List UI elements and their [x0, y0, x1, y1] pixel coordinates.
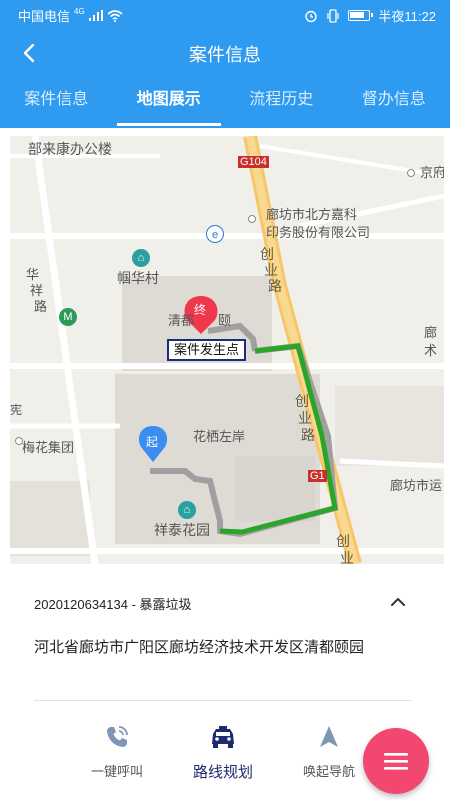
case-address: 河北省廊坊市广阳区廊坊经济技术开发区清都颐园: [34, 639, 365, 656]
call-button[interactable]: 一键呼叫: [72, 724, 162, 780]
status-bar: 中国电信 4G 半夜11:22: [0, 0, 450, 28]
map-label-chuangye-3: 路: [268, 278, 282, 294]
map-label-lang-2: 术: [424, 343, 438, 358]
clock-label: 半夜11:22: [378, 9, 436, 24]
call-button-label: 一键呼叫: [90, 764, 143, 779]
route-planning-label: 路线规划: [192, 764, 253, 781]
map-label-g1: G1: [308, 470, 327, 482]
menu-fab-button[interactable]: [363, 728, 429, 794]
page-title: 案件信息: [189, 45, 261, 65]
subway-poi-icon: M: [59, 308, 77, 326]
map-label-chuang-mid-3: 路: [301, 427, 315, 443]
tab-process-history[interactable]: 流程历史: [225, 78, 338, 128]
map-label-company-line2: 印务股份有限公司: [266, 225, 371, 240]
map-label-edge-left: 宪: [10, 403, 23, 417]
tab-case-info[interactable]: 案件信息: [0, 78, 113, 128]
network-type-label: 4G: [74, 7, 85, 16]
carrier-label: 中国电信: [18, 9, 71, 24]
map-label-yi: 颐: [218, 313, 232, 328]
tab-bar: 案件信息 地图展示 流程历史 督办信息: [0, 78, 450, 128]
jingfu-poi-icon: [407, 169, 415, 177]
start-navigation-button[interactable]: 唤起导航: [284, 724, 374, 780]
end-marker-label: 终: [194, 303, 207, 317]
app-bar: 案件信息: [0, 28, 450, 78]
phone-icon: [107, 726, 128, 747]
car-icon: [212, 726, 234, 748]
map-label-jingfu: 京府: [420, 165, 444, 180]
map-label-huaxiang-3: 路: [34, 299, 48, 314]
case-header: 2020120634134 - 暴露垃圾: [34, 597, 192, 612]
navigation-arrow-icon: [320, 726, 338, 747]
signal-icon: [88, 10, 103, 21]
menu-icon: [384, 753, 408, 770]
alarm-icon: [305, 10, 318, 22]
case-location-label[interactable]: 案件发生点: [167, 339, 247, 361]
battery-icon: [348, 10, 374, 21]
map-label-chuangye-bottom-2: 业: [340, 550, 354, 564]
map-label-xiangtai: 祥泰花园: [154, 522, 210, 538]
map-label-company-line1: 廊坊市北方嘉科: [266, 207, 358, 222]
tab-supervision-info[interactable]: 督办信息: [338, 78, 450, 128]
chevron-up-icon: [391, 597, 405, 606]
map-label-qingdu: 清都: [168, 313, 195, 328]
map-label-g104: G104: [238, 156, 269, 168]
divider: [34, 700, 412, 701]
vibrate-icon: [327, 8, 340, 23]
map-label-office-building: 部来康办公楼: [28, 141, 112, 157]
wifi-icon: [107, 9, 123, 22]
collapse-button[interactable]: [386, 590, 410, 614]
map-view[interactable]: 起 终 ⌂ M e ⌂ 部来康办公楼 G104 京府 廊坊市北方嘉科 印务股份有…: [10, 136, 444, 564]
map-label-langfang-right: 廊坊市运: [390, 478, 443, 493]
start-navigation-label: 唤起导航: [302, 764, 355, 779]
map-label-lang-1: 廊: [424, 325, 438, 340]
company-poi-icon: [248, 215, 256, 223]
tab-map-view[interactable]: 地图展示: [113, 78, 226, 128]
route-planning-button[interactable]: 路线规划: [178, 724, 268, 782]
start-marker-label: 起: [146, 435, 159, 449]
xiangtai-poi-icon: ⌂: [178, 501, 196, 519]
village-poi-icon: ⌂: [132, 249, 150, 267]
map-label-meihua: 梅花集团: [22, 440, 75, 455]
telecom-poi-icon: e: [206, 225, 224, 243]
map-label-zhouhua-village: 帼华村: [117, 270, 159, 286]
map-label-huaqi: 花栖左岸: [193, 429, 246, 444]
